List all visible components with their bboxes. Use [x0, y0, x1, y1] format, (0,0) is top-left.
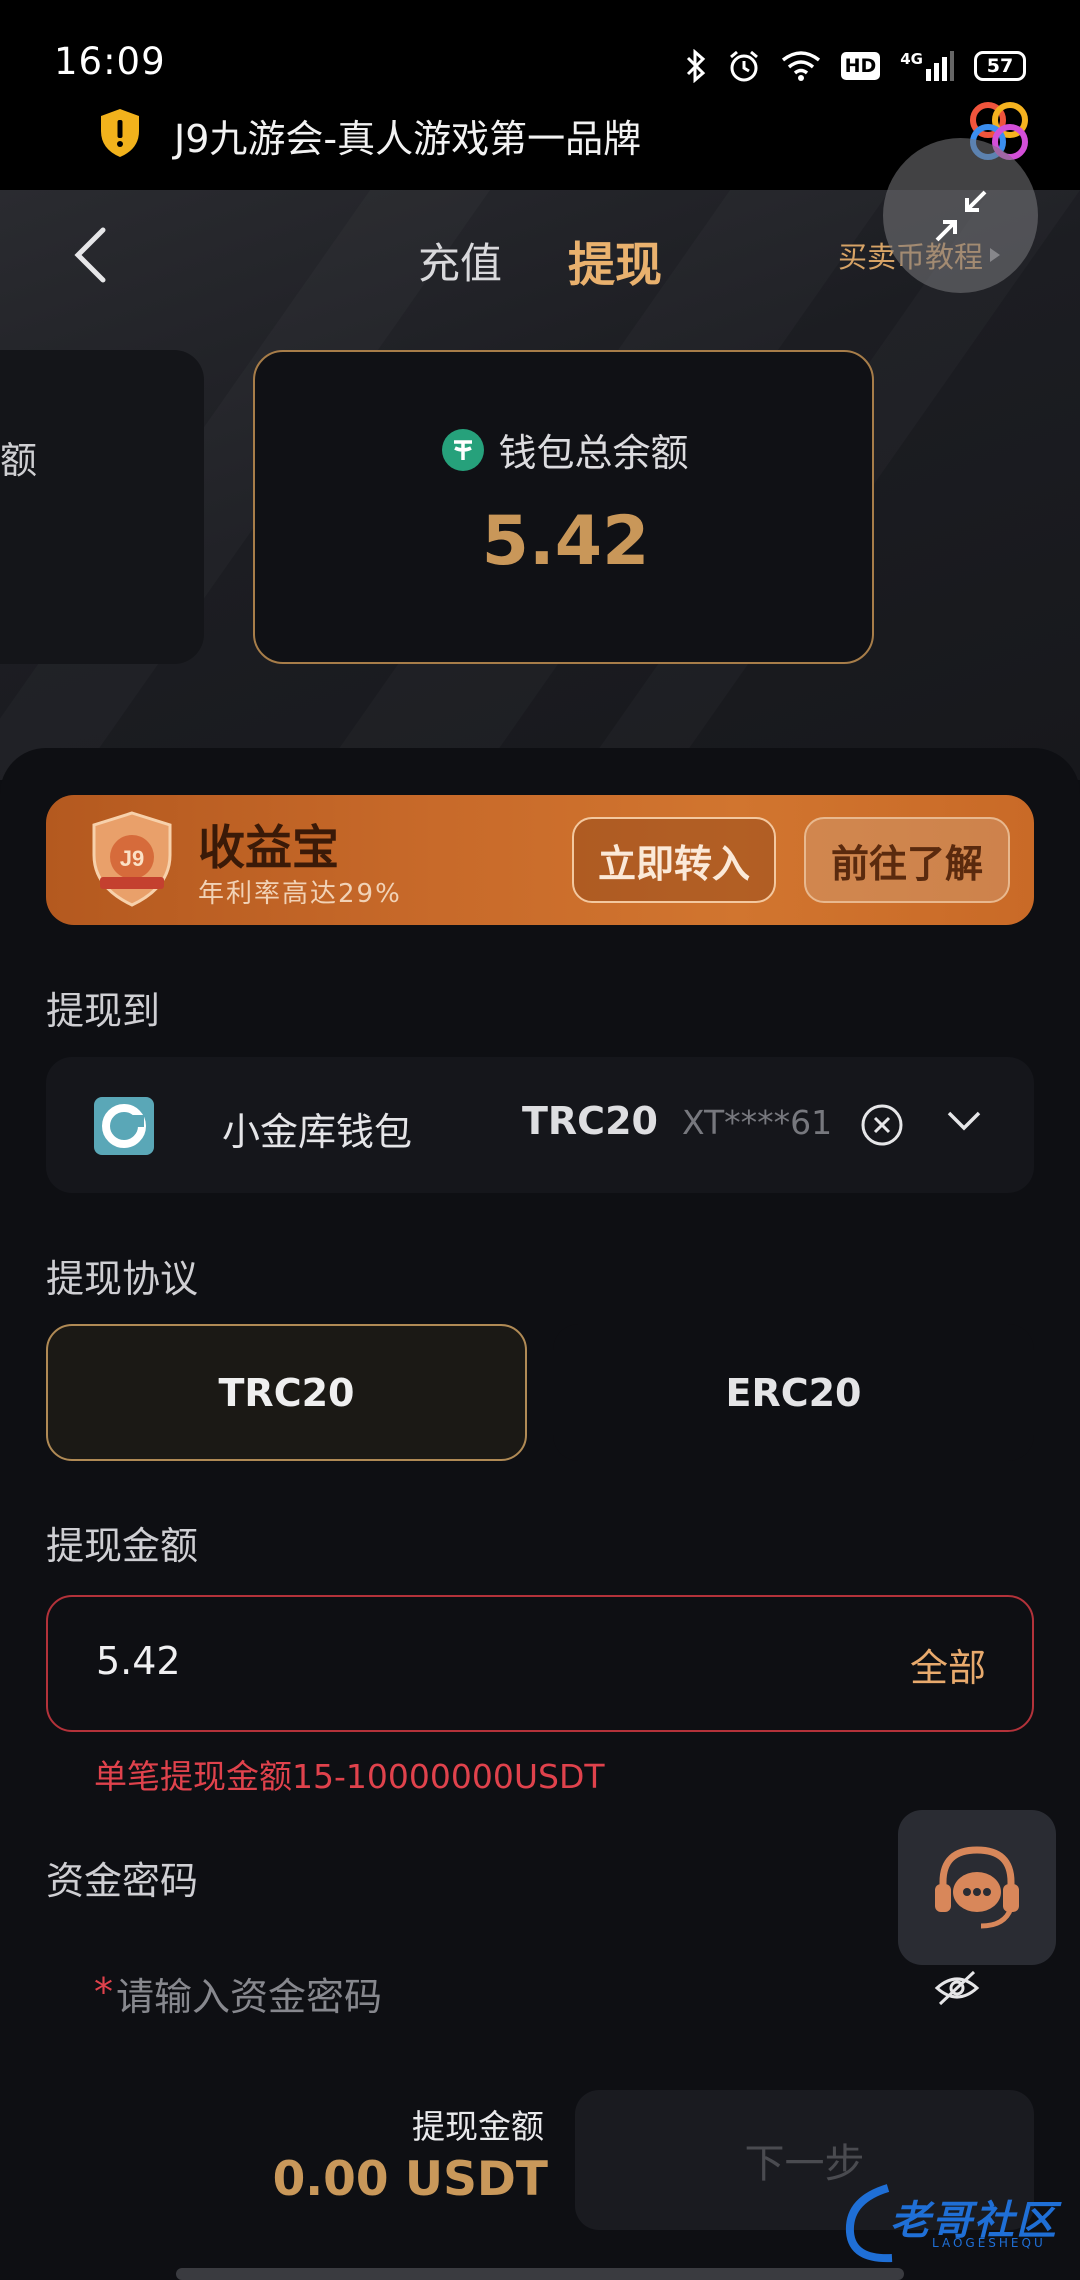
amount-error-message: 单笔提现金额15-10000000USDT: [94, 1757, 605, 1796]
protocol-option-erc20[interactable]: ERC20: [553, 1324, 1034, 1461]
back-button[interactable]: [60, 220, 120, 290]
battery-indicator: 57: [974, 51, 1026, 81]
hd-badge: HD: [840, 52, 881, 80]
collapse-icon: [935, 190, 986, 241]
clear-icon[interactable]: [860, 1103, 904, 1147]
watermark-logo-icon: [845, 2184, 893, 2263]
balance-label-row: 钱包总余额: [255, 422, 876, 477]
customer-service-icon: [935, 1845, 1019, 1928]
fund-password-field[interactable]: * 请输入资金密码: [46, 1940, 1034, 2050]
wallet-protocol: TRC20: [522, 1099, 658, 1143]
signal-icon: 4G: [900, 51, 954, 81]
app-title: J9九游会-真人游戏第一品牌: [174, 117, 642, 161]
left-card-label: 额: [0, 439, 37, 482]
watermark-subtext: LAOGESHEQU: [932, 2236, 1046, 2250]
alarm-icon: [729, 50, 758, 82]
status-time: 16:09: [54, 40, 166, 83]
yield-title: 收益宝: [198, 821, 339, 876]
footer-amount-label: 提现金额: [412, 2107, 544, 2146]
wallet-logo-icon: [94, 1097, 154, 1155]
transfer-in-button[interactable]: 立即转入: [572, 817, 776, 903]
back-arrow-icon: [74, 227, 106, 283]
wifi-icon: [781, 51, 820, 81]
amount-input[interactable]: 5.42: [96, 1639, 181, 1683]
withdraw-form-sheet: [0, 748, 1080, 2280]
eye-off-icon[interactable]: [934, 1968, 980, 2008]
learn-more-button[interactable]: 前往了解: [804, 817, 1010, 903]
yield-treasure-banner[interactable]: J9 收益宝 年利率高达29% 立即转入 前往了解: [46, 795, 1034, 925]
protocol-label: 提现协议: [46, 1257, 199, 1301]
chevron-down-icon[interactable]: [946, 1109, 982, 1133]
bluetooth-icon: [686, 49, 705, 83]
required-mark: *: [94, 1970, 113, 2014]
fund-password-input[interactable]: 请输入资金密码: [116, 1966, 382, 2021]
amount-label: 提现金额: [46, 1524, 199, 1568]
yield-badge-text: J9: [120, 846, 144, 871]
customer-service-button[interactable]: [898, 1810, 1056, 1965]
status-icons: HD 4G 57: [685, 46, 1026, 86]
wallet-select[interactable]: 小金库钱包 TRC20 XT****61: [46, 1057, 1034, 1193]
protocol-option-trc20[interactable]: TRC20: [46, 1324, 527, 1461]
withdraw-to-label: 提现到: [46, 989, 161, 1033]
all-amount-button[interactable]: 全部: [910, 1637, 986, 1692]
floating-collapse-button[interactable]: [883, 138, 1038, 293]
wallet-balance-card: 钱包总余额 5.42: [253, 350, 874, 664]
left-balance-card[interactable]: [0, 350, 204, 664]
network-type: 4G: [900, 50, 923, 68]
balance-value: 5.42: [481, 502, 650, 581]
tab-recharge[interactable]: 充值: [418, 230, 502, 291]
yield-subtitle: 年利率高达29%: [198, 879, 402, 909]
balance-label: 钱包总余额: [498, 431, 689, 475]
footer-amount-value: 0.00 USDT: [272, 2152, 548, 2207]
tab-withdraw[interactable]: 提现: [568, 226, 662, 295]
fund-password-label: 资金密码: [46, 1859, 199, 1903]
usdt-icon: [442, 428, 485, 471]
wallet-name: 小金库钱包: [222, 1110, 413, 1154]
shield-icon: [101, 109, 139, 157]
wallet-address: XT****61: [682, 1103, 833, 1142]
amount-field[interactable]: 5.42 全部: [46, 1595, 1034, 1732]
home-indicator[interactable]: [176, 2268, 904, 2280]
yield-badge-icon: J9: [92, 811, 172, 907]
